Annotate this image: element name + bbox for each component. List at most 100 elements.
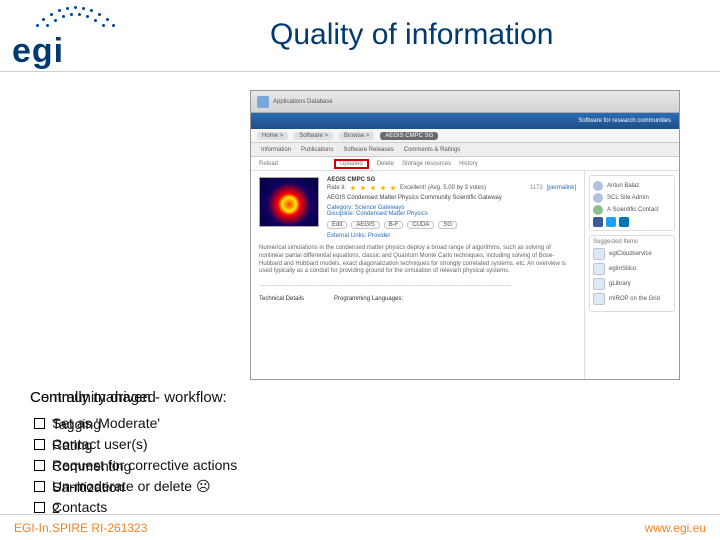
tab-comments[interactable]: Comments & Ratings bbox=[404, 147, 461, 153]
tag-item[interactable]: AEGIS bbox=[351, 221, 379, 229]
subtab-history[interactable]: History bbox=[459, 161, 478, 167]
shot-titlebar: Applications Database bbox=[251, 91, 679, 113]
breadcrumb: Home > Software > Browse > AEGIS CMPC SG bbox=[251, 129, 679, 143]
tag-item[interactable]: SG bbox=[438, 221, 457, 229]
social-icons bbox=[593, 217, 671, 227]
suggested-item-label: egiInSilico bbox=[609, 266, 636, 272]
tag-row: Edit AEGIS B-F CUDA SG bbox=[327, 221, 576, 229]
header-bar: egi Quality of information bbox=[0, 0, 720, 72]
suggested-item[interactable]: egiInSilico bbox=[593, 263, 671, 275]
hit-count: 1173 bbox=[530, 185, 543, 191]
contact-name[interactable]: Antun Balaz bbox=[607, 183, 639, 189]
slide: egi Quality of information Applications … bbox=[0, 0, 720, 540]
list-item: RatingContact user(s) bbox=[30, 435, 237, 454]
list-item: TaggingSet as 'Moderate' bbox=[30, 414, 237, 433]
shot-sidebar: Antun Balaz SCL Site Admin A Scientific … bbox=[584, 171, 679, 379]
item-subtitle: AEGIS Condensed Matter Physics Community… bbox=[327, 195, 576, 201]
footer-right[interactable]: www.egi.eu bbox=[645, 521, 706, 535]
tag-item[interactable]: B-F bbox=[384, 221, 404, 229]
rate-row: Rate it: Excellent! (Avg. 5.00 by 3 vote… bbox=[327, 185, 576, 191]
tab-information[interactable]: Information bbox=[261, 147, 291, 153]
star-icon[interactable] bbox=[350, 185, 356, 191]
slide-title: Quality of information bbox=[270, 18, 553, 52]
bottom-labels: Technical Details Programming Languages: bbox=[259, 296, 576, 302]
subtab-delete[interactable]: Delete bbox=[377, 161, 394, 167]
logo-text: egi bbox=[12, 32, 64, 71]
bullet-layer-b: Tagging bbox=[52, 415, 101, 434]
shot-subtabs: Reload Updated Delete Storage resources … bbox=[251, 157, 679, 171]
rate-label: Rate it: bbox=[327, 185, 346, 191]
external-links[interactable]: External Links: Provider bbox=[327, 233, 576, 239]
appdb-screenshot: Applications Database Software for resea… bbox=[250, 90, 680, 380]
facebook-icon[interactable] bbox=[593, 217, 603, 227]
body-text: Centrally managed Community driven - wor… bbox=[30, 388, 237, 519]
tab-releases[interactable]: Software Releases bbox=[343, 147, 393, 153]
suggested-item-label: gLibrary bbox=[609, 281, 631, 287]
app-icon bbox=[593, 293, 605, 305]
star-icon[interactable] bbox=[370, 185, 376, 191]
add-icon bbox=[593, 205, 603, 215]
suggested-label: Suggested Items bbox=[593, 239, 671, 245]
logo-dots-icon bbox=[36, 4, 116, 30]
shot-app-title: Applications Database bbox=[273, 99, 333, 105]
heading-layer-1: Centrally managed bbox=[30, 388, 156, 408]
egi-logo: egi bbox=[6, 4, 146, 66]
item-meta: AEGIS CMPC SG Rate it: Excellent! (Avg. … bbox=[327, 177, 576, 239]
avatar-icon bbox=[593, 193, 603, 203]
bullet-layer-b: Rating bbox=[52, 436, 92, 455]
subtab-storage[interactable]: Storage resources bbox=[402, 161, 451, 167]
item-thumbnail-icon bbox=[259, 177, 319, 227]
contact-box: Antun Balaz SCL Site Admin A Scientific … bbox=[589, 175, 675, 231]
shot-banner-text: Software for research communities bbox=[578, 118, 671, 124]
linkedin-icon[interactable] bbox=[619, 217, 629, 227]
contact-role[interactable]: SCL Site Admin bbox=[607, 195, 649, 201]
app-favicon-icon bbox=[257, 96, 269, 108]
permalink[interactable]: [permalink] bbox=[547, 185, 576, 191]
tech-details-label: Technical Details bbox=[259, 296, 304, 302]
shot-body: AEGIS CMPC SG Rate it: Excellent! (Avg. … bbox=[251, 171, 679, 379]
tag-edit[interactable]: Edit bbox=[327, 221, 347, 229]
app-icon bbox=[593, 263, 605, 275]
item-header: AEGIS CMPC SG Rate it: Excellent! (Avg. … bbox=[259, 177, 576, 239]
description-para-2: …………………………………………………………………………………………………………… bbox=[259, 282, 576, 290]
lang-label: Programming Languages: bbox=[334, 296, 403, 302]
star-icon[interactable] bbox=[390, 185, 396, 191]
star-icon[interactable] bbox=[360, 185, 366, 191]
suggested-item[interactable]: mIROP on the Grid bbox=[593, 293, 671, 305]
crumb-home[interactable]: Home > bbox=[257, 132, 288, 140]
body-heading: Centrally managed Community driven - wor… bbox=[30, 388, 237, 408]
shot-main: AEGIS CMPC SG Rate it: Excellent! (Avg. … bbox=[251, 171, 584, 379]
shot-banner: Software for research communities bbox=[251, 113, 679, 129]
bullet-layer-a: Contacts bbox=[52, 499, 107, 515]
bullet-layer-b: Commenting bbox=[52, 457, 131, 476]
suggested-item[interactable]: gLibrary bbox=[593, 278, 671, 290]
avatar-icon bbox=[593, 181, 603, 191]
rate-score: Excellent! (Avg. 5.00 by 3 votes) bbox=[400, 185, 486, 191]
tab-publications[interactable]: Publications bbox=[301, 147, 333, 153]
footer: EGI-In.SPIRE RI-261323 www.egi.eu bbox=[0, 514, 720, 540]
app-icon bbox=[593, 248, 605, 260]
list-item: CommentingRequest for corrective actions bbox=[30, 456, 237, 475]
shot-tabs: Information Publications Software Releas… bbox=[251, 143, 679, 157]
app-icon bbox=[593, 278, 605, 290]
suggested-item-label: egiCloudservice bbox=[609, 251, 652, 257]
suggested-item[interactable]: egiCloudservice bbox=[593, 248, 671, 260]
bullet-layer-b: Sanitization bbox=[52, 478, 124, 497]
description-para-1: Numerical simulations in the condensed m… bbox=[259, 245, 576, 276]
star-icon[interactable] bbox=[380, 185, 386, 191]
suggested-box: Suggested Items egiCloudservice egiInSil… bbox=[589, 235, 675, 312]
list-item: SanitizationUn-moderate or delete ☹ bbox=[30, 477, 237, 496]
twitter-icon[interactable] bbox=[606, 217, 616, 227]
crumb-software[interactable]: Software > bbox=[294, 132, 333, 140]
crumb-current: AEGIS CMPC SG bbox=[380, 132, 438, 140]
bullet-list: TaggingSet as 'Moderate' RatingContact u… bbox=[30, 414, 237, 516]
subtab-reload[interactable]: Reload bbox=[259, 161, 278, 167]
discipline-label: Discipline: Condensed Matter Physics bbox=[327, 211, 576, 217]
item-title: AEGIS CMPC SG bbox=[327, 177, 576, 183]
suggested-item-label: mIROP on the Grid bbox=[609, 296, 660, 302]
crumb-browse[interactable]: Browse > bbox=[339, 132, 374, 140]
footer-left: EGI-In.SPIRE RI-261323 bbox=[14, 521, 147, 535]
add-contact[interactable]: A Scientific Contact bbox=[607, 207, 659, 213]
tag-item[interactable]: CUDA bbox=[407, 221, 434, 229]
subtab-updated[interactable]: Updated bbox=[334, 159, 369, 169]
